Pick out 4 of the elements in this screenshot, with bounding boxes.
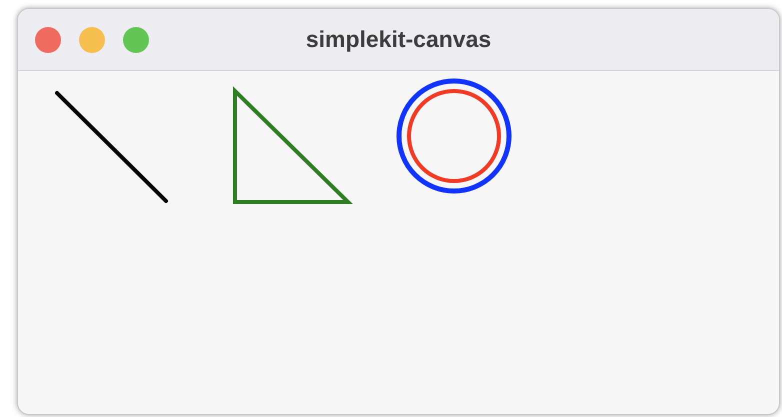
minimize-button[interactable] [79, 26, 105, 52]
maximize-button[interactable] [123, 26, 149, 52]
close-button[interactable] [35, 26, 61, 52]
window-title: simplekit-canvas [306, 26, 492, 52]
